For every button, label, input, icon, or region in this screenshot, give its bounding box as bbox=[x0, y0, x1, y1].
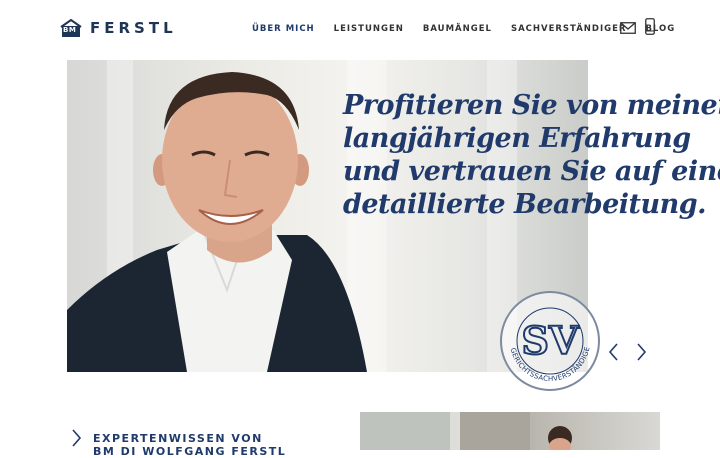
section-title-line: EXPERTENWISSEN VON bbox=[93, 432, 263, 445]
chevron-right-icon bbox=[70, 428, 82, 452]
mail-icon[interactable] bbox=[620, 19, 636, 38]
gerichtssachverstaendige-seal: GERICHTSSACHVERSTÄNDIGE SV bbox=[499, 290, 601, 392]
logo-wordmark: FERSTL bbox=[90, 19, 177, 37]
chevron-left-icon bbox=[608, 343, 618, 361]
slider-next-button[interactable] bbox=[634, 342, 648, 362]
logo-monogram: BM bbox=[63, 26, 77, 34]
chevron-right-icon bbox=[637, 343, 647, 361]
nav-item-baumaengel[interactable]: BAUMÄNGEL bbox=[423, 24, 492, 34]
house-logo-icon: BM bbox=[60, 19, 82, 37]
portrait-of-smiling-man bbox=[67, 72, 367, 372]
section-image bbox=[360, 412, 660, 450]
hero-headline: Profitieren Sie von meiner langjährigen … bbox=[343, 89, 720, 221]
seal-letters: SV bbox=[522, 318, 580, 363]
contact-icons bbox=[620, 18, 655, 39]
nav-item-ueber-mich[interactable]: ÜBER MICH bbox=[252, 24, 315, 34]
site-logo[interactable]: BM FERSTL bbox=[60, 18, 177, 38]
mobile-phone-icon[interactable] bbox=[645, 18, 655, 39]
hero-headline-line: detaillierte Bearbeitung. bbox=[343, 189, 707, 220]
hero-headline-line: und vertrauen Sie auf eine bbox=[343, 156, 720, 187]
hero-headline-line: langjährigen Erfahrung bbox=[343, 123, 691, 154]
nav-item-sachverstaendiger[interactable]: SACHVERSTÄNDIGER bbox=[511, 24, 626, 34]
hero-headline-line: Profitieren Sie von meiner bbox=[343, 90, 720, 121]
section-title-line: BM DI WOLFGANG FERSTL bbox=[93, 445, 287, 458]
nav-item-leistungen[interactable]: LEISTUNGEN bbox=[334, 24, 404, 34]
slider-prev-button[interactable] bbox=[607, 342, 621, 362]
section-title: EXPERTENWISSEN VON BM DI WOLFGANG FERSTL bbox=[93, 432, 286, 458]
